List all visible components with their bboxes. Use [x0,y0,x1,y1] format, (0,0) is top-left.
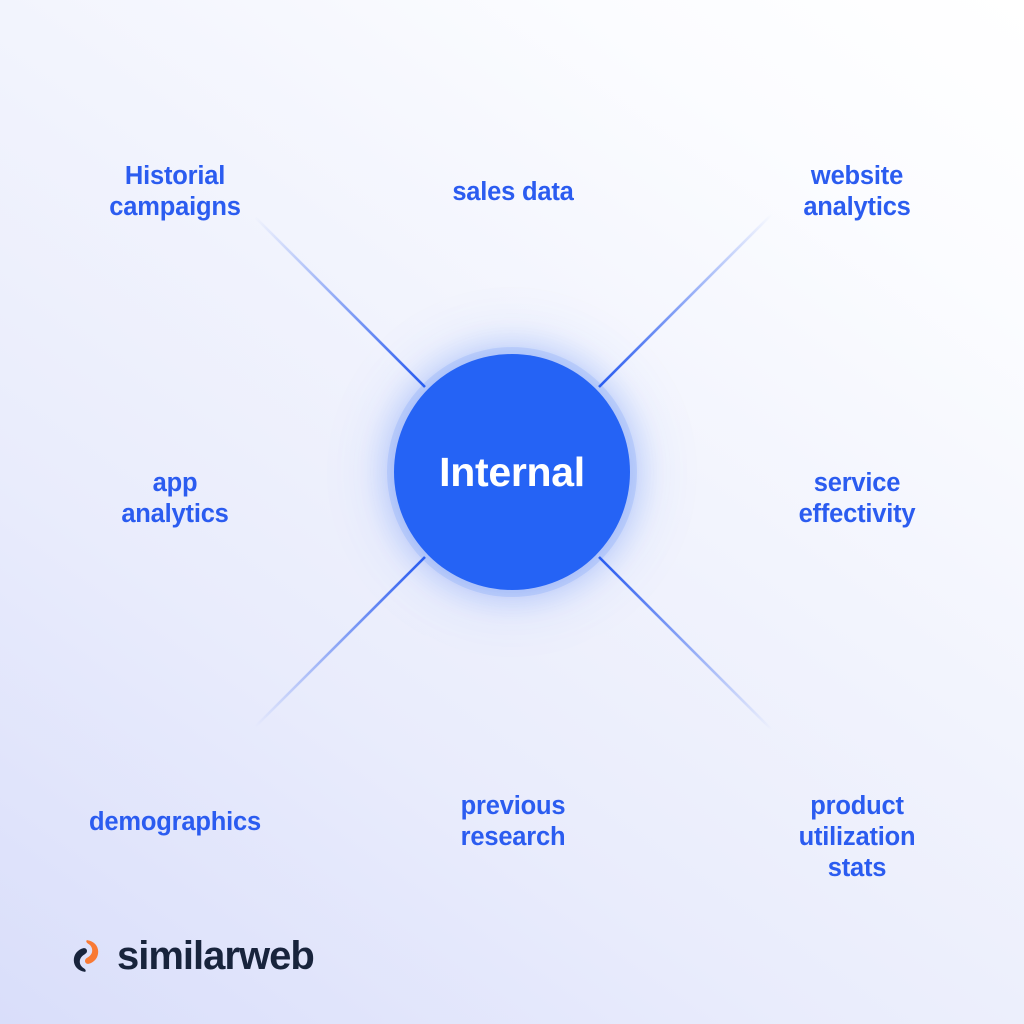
spoke-demographics [254,556,426,728]
node-label-demographics[interactable]: demographics [89,776,261,838]
node-text: website analytics [803,162,911,222]
node-label-product-utilization-stats[interactable]: product utilization stats [774,760,941,884]
similarweb-logo-text: similarweb [117,934,315,978]
node-text: Historial campaigns [109,162,241,222]
node-label-previous-research[interactable]: previous research [461,760,566,853]
node-text: demographics [89,808,261,837]
node-text: previous research [460,792,566,852]
node-text: sales data [452,178,574,207]
hub-node-internal[interactable]: Internal [394,354,630,590]
similarweb-logo-mark [73,940,99,972]
node-label-service-effectivity[interactable]: service effectivity [799,437,916,530]
node-text: product utilization stats [798,792,916,883]
spoke-website-analytics [598,213,773,388]
node-label-sales-data[interactable]: sales data [452,146,574,208]
diagram-canvas: Internal Historial campaigns sales data … [0,0,1024,1024]
node-label-historial-campaigns[interactable]: Historial campaigns [109,130,241,223]
similarweb-logo: similarweb [66,934,315,978]
node-label-website-analytics[interactable]: website analytics [803,130,911,223]
node-label-app-analytics[interactable]: app analytics [121,437,229,530]
node-text: app analytics [121,469,229,529]
hub-node-label: Internal [439,448,585,495]
spoke-historial-campaigns [254,216,426,388]
node-text: service effectivity [798,469,916,529]
spoke-product-utilization-stats [598,556,773,731]
